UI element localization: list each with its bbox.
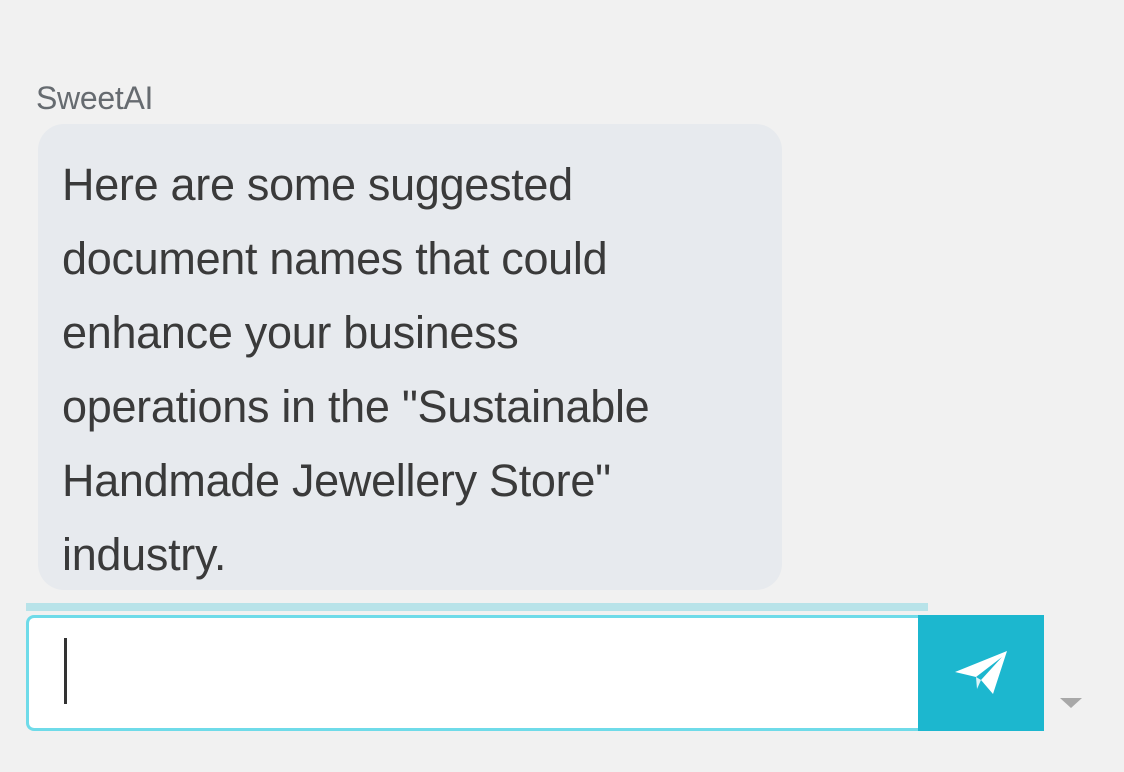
send-button[interactable]	[918, 615, 1044, 731]
message-input[interactable]	[26, 615, 918, 731]
message-bubble: Here are some suggested document names t…	[38, 124, 782, 590]
message-composer	[26, 615, 1044, 731]
paper-plane-icon	[955, 651, 1007, 694]
text-cursor	[64, 638, 67, 704]
caret-down-icon[interactable]	[1060, 698, 1082, 708]
sender-name: SweetAI	[36, 80, 154, 116]
input-focus-glow	[26, 603, 928, 611]
chat-panel: SweetAI Here are some suggested document…	[0, 0, 1124, 772]
message-text: Here are some suggested document names t…	[62, 159, 650, 580]
